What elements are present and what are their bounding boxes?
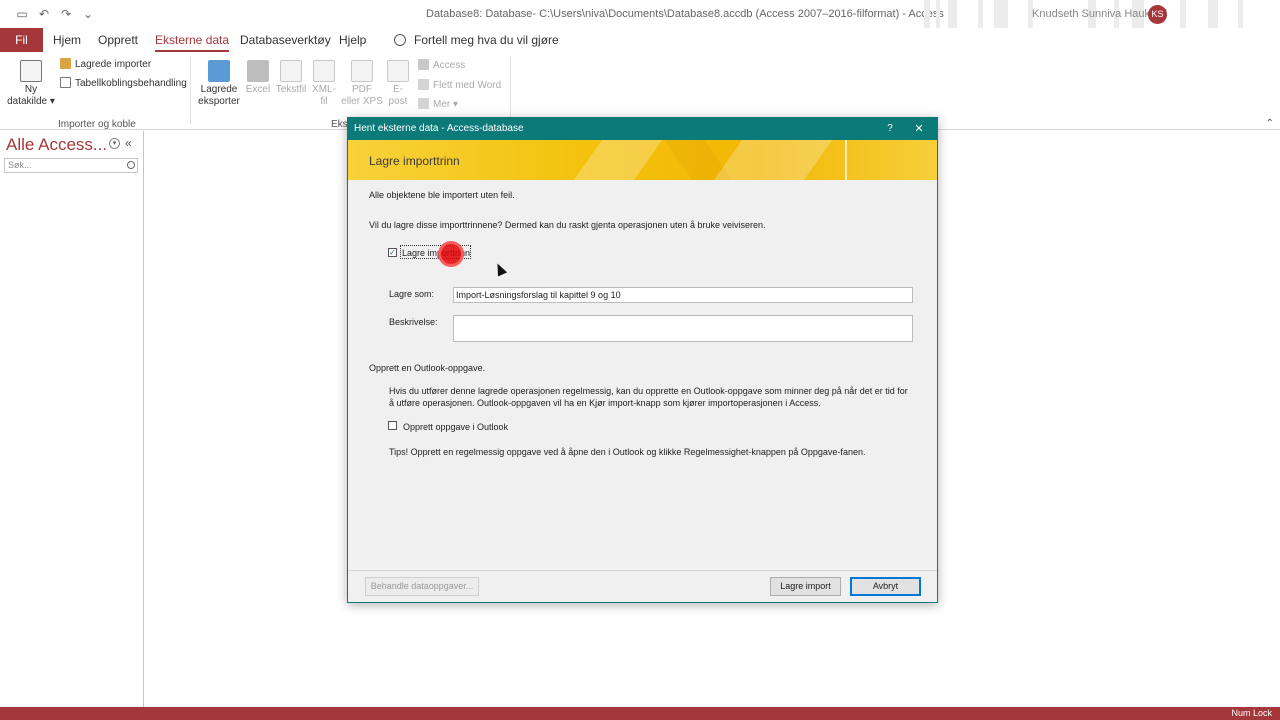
click-indicator	[438, 241, 464, 267]
pdf-label-1: PDF	[352, 84, 372, 95]
close-icon[interactable]: ✕	[909, 118, 929, 140]
title-bar: ▭ ↶ ↷ ⌄ Database8: Database- C:\Users\ni…	[0, 0, 1280, 28]
search-icon[interactable]	[127, 161, 135, 169]
save-as-label: Lagre som:	[389, 289, 435, 299]
save-import-button[interactable]: Lagre import	[770, 577, 841, 596]
more-icon	[418, 98, 429, 109]
excel-label: Excel	[245, 84, 271, 95]
save-steps-checkbox[interactable]: ✓	[388, 248, 397, 257]
saved-imports-button[interactable]: Lagrede importer	[60, 58, 151, 70]
group-separator	[510, 56, 511, 124]
get-external-data-dialog: Hent eksterne data - Access-database ? ✕…	[347, 117, 938, 603]
saved-exports-button[interactable]: Lagrede eksporter	[196, 60, 242, 108]
navigation-pane: Alle Access... ▾ « Søk...	[0, 131, 144, 707]
more-button[interactable]: Mer ▾	[418, 98, 458, 110]
new-source-label-1: Ny	[24, 84, 38, 95]
save-question: Vil du lagre disse importtrinnene? Derme…	[369, 220, 766, 230]
pdf-label-2: eller XPS	[341, 96, 383, 107]
dialog-banner: Lagre importtrinn	[348, 140, 937, 180]
avatar[interactable]: KS	[1148, 5, 1167, 24]
email-label-1: E-	[393, 84, 403, 95]
chevron-down-icon[interactable]: ▾	[109, 138, 120, 149]
tab-file[interactable]: Fil	[0, 28, 43, 52]
description-input[interactable]	[453, 315, 913, 342]
linked-table-icon	[60, 77, 71, 88]
email-label-2: post	[388, 96, 408, 107]
collapse-ribbon-icon[interactable]: ⌃	[1266, 118, 1274, 129]
word-merge-icon	[418, 79, 429, 90]
new-data-source-button[interactable]: Ny datakilde ▾	[6, 60, 56, 108]
create-outlook-task-checkbox[interactable]	[388, 421, 397, 430]
email-icon	[387, 60, 409, 82]
xml-label-2: fil	[320, 96, 328, 107]
tab-database-tools[interactable]: Databaseverktøy	[240, 28, 331, 52]
new-source-label-2: datakilde ▾	[7, 96, 55, 107]
group-separator	[190, 56, 191, 124]
access-icon	[418, 59, 429, 70]
tell-me-label: Fortell meg hva du vil gjøre	[414, 33, 559, 47]
text-file-icon	[280, 60, 302, 82]
cancel-button[interactable]: Avbryt	[850, 577, 921, 596]
export-xml-button[interactable]: XML- fil	[310, 60, 338, 108]
saved-exports-label-1: Lagrede	[200, 84, 238, 95]
num-lock-indicator: Num Lock	[1231, 708, 1272, 718]
save-icon[interactable]: ▭	[14, 7, 30, 21]
save-as-input[interactable]: Import-Løsningsforslag til kapittel 9 og…	[453, 287, 913, 303]
dialog-title: Hent eksterne data - Access-database	[348, 118, 937, 140]
saved-imports-label: Lagrede importer	[75, 59, 152, 70]
excel-icon	[247, 60, 269, 82]
export-excel-button[interactable]: Excel	[245, 60, 271, 96]
banner-title: Lagre importtrinn	[369, 154, 460, 168]
xml-label-1: XML-	[312, 84, 336, 95]
window-title: Database8: Database- C:\Users\niva\Docum…	[426, 8, 944, 20]
word-merge-button[interactable]: Flett med Word	[418, 79, 501, 91]
quick-access-toolbar: ▭ ↶ ↷ ⌄	[14, 7, 96, 21]
success-message: Alle objektene ble importert uten feil.	[369, 190, 515, 200]
tab-home[interactable]: Hjem	[53, 28, 81, 52]
access-label: Access	[433, 60, 466, 71]
export-access-button[interactable]: Access	[418, 59, 465, 71]
tab-external-data[interactable]: Eksterne data	[155, 28, 230, 52]
nav-title[interactable]: Alle Access...	[6, 135, 107, 155]
linked-table-manager-label: Tabellkoblingsbehandling	[75, 78, 187, 89]
nav-search-input[interactable]: Søk...	[4, 158, 138, 173]
redo-icon[interactable]: ↷	[58, 7, 74, 21]
help-icon[interactable]: ?	[880, 118, 900, 140]
saved-exports-label-2: eksporter	[198, 96, 240, 107]
linked-table-manager-button[interactable]: Tabellkoblingsbehandling	[60, 77, 187, 89]
undo-icon[interactable]: ↶	[36, 7, 52, 21]
collapse-pane-icon[interactable]: «	[125, 136, 132, 150]
description-label: Beskrivelse:	[389, 317, 438, 327]
outlook-heading: Opprett en Outlook-oppgave.	[369, 363, 486, 373]
more-label: Mer ▾	[433, 99, 459, 110]
group-label-import: Importer og koble	[58, 119, 136, 130]
export-email-button[interactable]: E- post	[386, 60, 410, 108]
export-text-button[interactable]: Tekstfil	[274, 60, 308, 96]
table-icon	[20, 60, 42, 82]
user-name[interactable]: Knudseth Sunniva Haukelid	[1032, 8, 1167, 20]
tell-me-search[interactable]: Fortell meg hva du vil gjøre	[394, 28, 559, 52]
tip-text: Tips! Opprett en regelmessig oppgave ved…	[389, 447, 866, 457]
export-pdf-button[interactable]: PDF eller XPS	[341, 60, 383, 108]
saved-imports-icon	[60, 58, 71, 69]
ribbon-tabs: Fil Hjem Opprett Eksterne data Databasev…	[0, 28, 1280, 52]
status-bar: Num Lock	[0, 707, 1280, 720]
manage-data-tasks-button[interactable]: Behandle dataoppgaver...	[365, 577, 479, 596]
xml-file-icon	[313, 60, 335, 82]
tab-create[interactable]: Opprett	[98, 28, 138, 52]
word-merge-label: Flett med Word	[433, 80, 502, 91]
nav-search-placeholder: Søk...	[8, 160, 32, 170]
customize-qat-icon[interactable]: ⌄	[80, 7, 96, 21]
create-outlook-task-label[interactable]: Opprett oppgave i Outlook	[403, 422, 508, 432]
outlook-info: Hvis du utfører denne lagrede operasjone…	[389, 386, 908, 408]
tab-help[interactable]: Hjelp	[339, 28, 366, 52]
saved-exports-icon	[208, 60, 230, 82]
text-file-label: Tekstfil	[275, 84, 307, 95]
dialog-separator	[348, 570, 937, 571]
pdf-icon	[351, 60, 373, 82]
search-icon	[394, 34, 406, 46]
